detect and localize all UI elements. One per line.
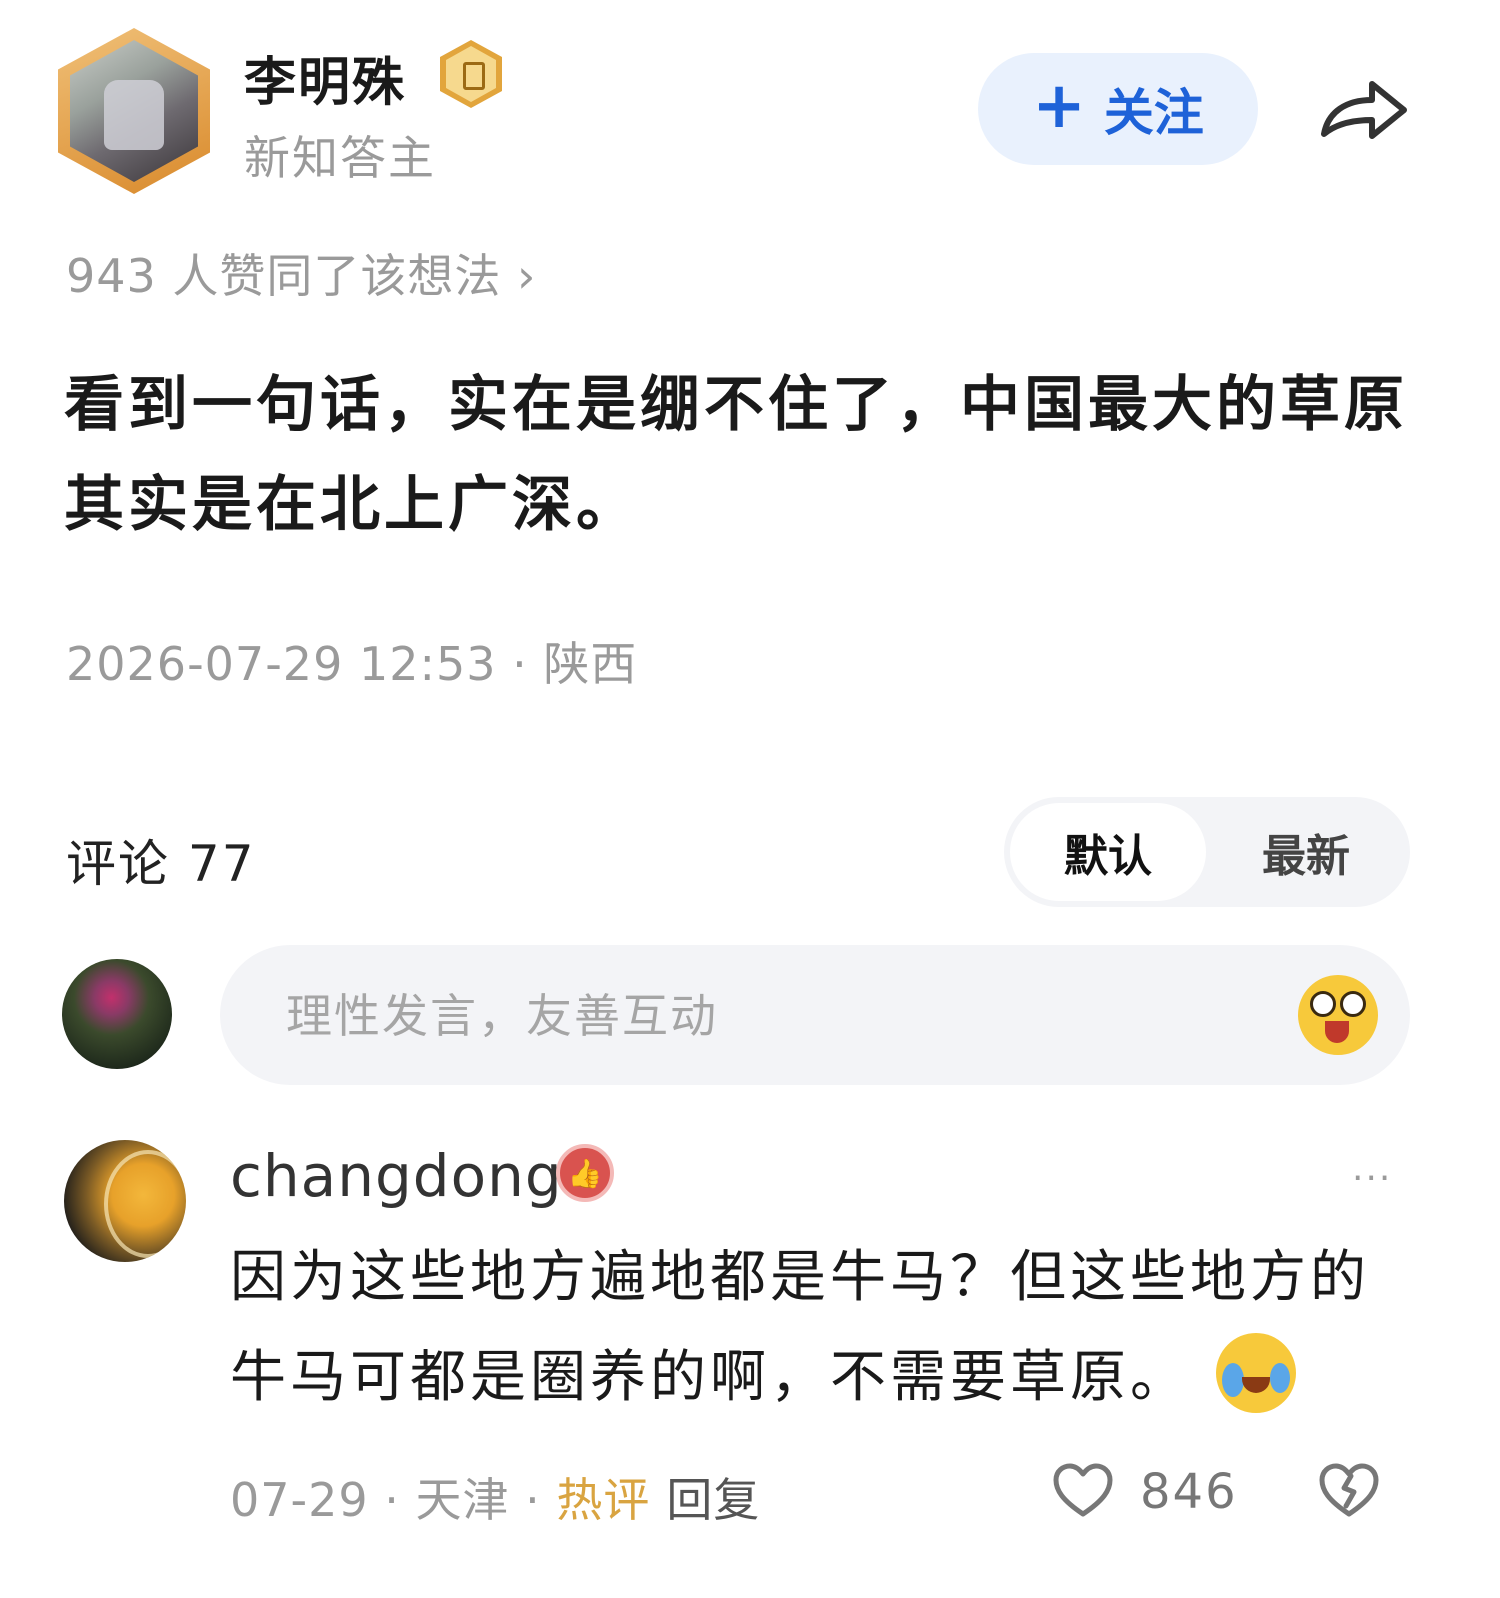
comment-text: 因为这些地方遍地都是牛马？但这些地方的牛马可都是圈养的啊，不需要草原。 [230,1228,1420,1428]
comment-input-box[interactable] [220,945,1410,1087]
sort-default-tab[interactable]: 默认 [1010,803,1206,901]
follow-label: 关注 [1103,84,1204,142]
share-arrow-icon[interactable] [1318,72,1410,148]
author-subtitle: 新知答主 [244,131,436,185]
post-content: 看到一句话，实在是绷不住了，中国最大的草原其实是在北上广深。 [64,370,1408,540]
comment-input[interactable] [284,945,1248,1087]
like-count: 846 [1140,1464,1238,1520]
post-timestamp-location: 2026-07-29 12:53 · 陕西 [66,637,638,691]
emoji-face-icon[interactable] [1298,975,1378,1055]
comment-meta: 07-29 · 天津 · 热评 回复 [230,1464,760,1530]
author-name[interactable]: 李明殊 [244,40,406,115]
comment-text-content: 因为这些地方遍地都是牛马？但这些地方的牛马可都是圈养的啊，不需要草原。 [230,1245,1370,1410]
comment-date-location: 07-29 · 天津 · [230,1473,557,1527]
heart-outline-icon[interactable] [1052,1462,1114,1520]
commenter-avatar[interactable] [64,1140,186,1262]
comments-count-title: 评论 77 [66,835,256,893]
verified-badge-icon [440,40,502,108]
agree-count-link[interactable]: 943 人赞同了该想法 › [66,240,536,306]
comment-sort-toggle: 默认 最新 [1004,797,1410,907]
hot-comment-tag: 热评 [556,1473,651,1527]
current-user-avatar [62,959,172,1069]
broken-heart-icon[interactable] [1318,1462,1380,1520]
reply-button[interactable]: 回复 [666,1473,760,1527]
laugh-cry-emoji-icon [1216,1332,1296,1413]
more-options-icon[interactable]: ··· [1352,1158,1392,1199]
thumbs-up-badge-icon: 👍 [556,1144,614,1202]
sort-latest-tab[interactable]: 最新 [1208,803,1404,901]
plus-icon: + [1032,69,1086,143]
author-avatar[interactable] [58,28,210,194]
commenter-name[interactable]: changdong [230,1142,563,1210]
follow-button[interactable]: + 关注 [978,53,1258,165]
